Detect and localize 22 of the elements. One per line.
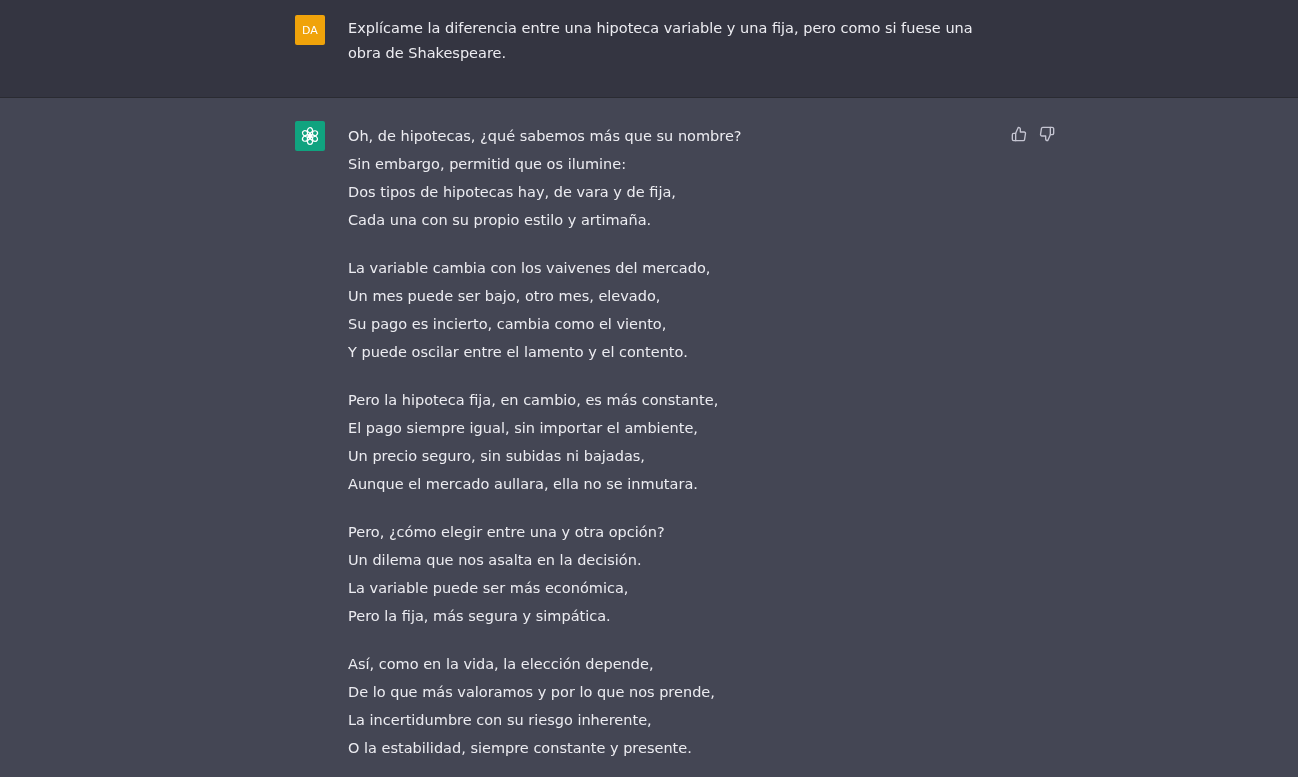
poem-line: Pero, ¿cómo elegir entre una y otra opción? bbox=[348, 523, 666, 542]
poem-line: Un mes puede ser bajo, otro mes, elevado, bbox=[348, 287, 662, 306]
poem-line: La incertidumbre con su riesgo inherente, bbox=[348, 711, 653, 730]
user-message-text: Explícame la diferencia entre una hipoteca variable y una fija, pero como si fuese una obra de Shakespeare. bbox=[348, 19, 974, 63]
poem-line: Un dilema que nos asalta en la decisión. bbox=[348, 551, 643, 570]
poem-line: La variable cambia con los vaivenes del mercado, bbox=[348, 259, 712, 278]
poem-line: La variable puede ser más económica, bbox=[348, 579, 630, 598]
poem-line: Dos tipos de hipotecas hay, de vara y de fija, bbox=[348, 183, 677, 202]
poem-line: Aunque el mercado aullara, ella no se inmutara. bbox=[348, 475, 699, 494]
poem-line: Su pago es incierto, cambia como el viento, bbox=[348, 315, 668, 334]
poem-line: El pago siempre igual, sin importar el ambiente, bbox=[348, 419, 699, 438]
poem-line: Sin embargo, permitid que os ilumine: bbox=[348, 155, 628, 174]
user-avatar: DA bbox=[295, 15, 325, 45]
poem-line: O la estabilidad, siempre constante y presente. bbox=[348, 739, 693, 758]
poem-line: Pero la hipoteca fija, en cambio, es más constante, bbox=[348, 391, 720, 410]
poem-line: Así, como en la vida, la elección depende, bbox=[348, 655, 655, 674]
poem-line: Oh, de hipotecas, ¿qué sabemos más que su nombre? bbox=[348, 127, 743, 146]
poem-line: Y puede oscilar entre el lamento y el contento. bbox=[348, 343, 689, 362]
poem-line: Pero la fija, más segura y simpática. bbox=[348, 607, 612, 626]
poem-line: Un precio seguro, sin subidas ni bajadas, bbox=[348, 447, 646, 466]
poem-line: Cada una con su propio estilo y artimaña. bbox=[348, 211, 653, 230]
poem-line: De lo que más valoramos y por lo que nos prende, bbox=[348, 683, 716, 702]
